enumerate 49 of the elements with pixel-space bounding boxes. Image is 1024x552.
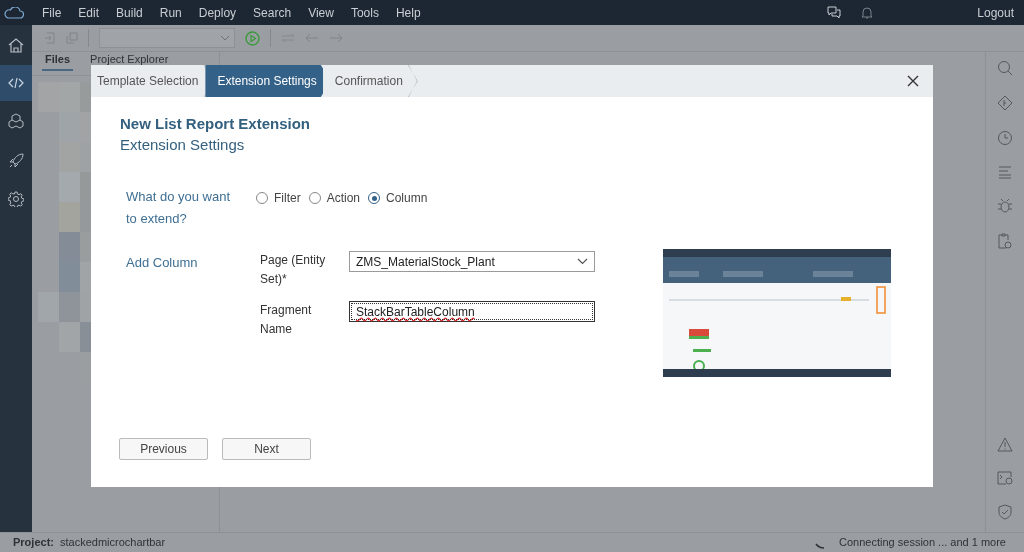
menu-item[interactable]: File [42, 3, 62, 22]
radio-option[interactable]: Filter [256, 189, 301, 207]
menu-item[interactable]: Help [395, 3, 421, 22]
arrow-left-icon[interactable] [305, 33, 319, 43]
project-name: stackedmicrochartbar [59, 535, 166, 551]
logout-link[interactable]: Logout [977, 3, 1014, 22]
section-label: Add Column [126, 254, 199, 272]
field-label: Page (Entity Set)* [260, 252, 327, 288]
wizard-button[interactable]: Next [222, 438, 311, 460]
dropdown-field[interactable] [99, 28, 235, 48]
dialog-title: New List Report Extension [120, 114, 312, 134]
chevron-down-icon[interactable] [577, 258, 588, 265]
home-icon[interactable] [8, 37, 24, 53]
status-message: Connecting session ... and 1 more [839, 535, 1006, 551]
close-icon[interactable] [907, 75, 919, 87]
code-icon[interactable] [8, 77, 24, 89]
rocket-icon[interactable] [8, 152, 24, 168]
menu-item[interactable]: Tools [350, 3, 379, 22]
bell-icon[interactable] [861, 6, 874, 19]
dropdown-field[interactable]: ZMS_MaterialStock_Plant [349, 251, 595, 272]
shield-icon[interactable] [998, 504, 1012, 520]
arrow-right-icon[interactable] [329, 33, 343, 43]
menu-item[interactable]: Edit [78, 3, 100, 22]
clock-icon[interactable] [997, 130, 1013, 146]
menu-item[interactable]: Deploy [198, 3, 237, 22]
settings-icon[interactable] [8, 191, 24, 207]
project-label: Project: [13, 535, 54, 551]
spinner-icon [815, 542, 826, 549]
menu-item[interactable]: Build [116, 3, 143, 22]
input-field[interactable]: StackBarTableColumn [349, 301, 595, 322]
menu-item[interactable]: View [308, 3, 334, 22]
radio-option[interactable]: Action [308, 189, 361, 207]
panel-tab[interactable]: Files [42, 53, 74, 71]
import-icon[interactable] [44, 32, 56, 44]
search-icon[interactable] [997, 60, 1013, 76]
lines-icon[interactable] [998, 165, 1012, 179]
field-label: Fragment Name [260, 302, 313, 338]
wizard-button[interactable]: Previous [119, 438, 208, 460]
terminal-icon[interactable] [997, 471, 1013, 485]
question-label: What do you want to extend? [126, 188, 232, 228]
chat-icon[interactable] [827, 6, 842, 19]
menu-item[interactable]: Run [159, 3, 182, 22]
menu-item[interactable]: Search [253, 3, 292, 22]
cloud-logo-icon[interactable] [4, 6, 24, 19]
radio-option[interactable]: Column [368, 189, 428, 207]
dialog-subtitle: Extension Settings [120, 135, 246, 155]
warning-icon[interactable] [997, 437, 1013, 452]
bug-icon[interactable] [997, 198, 1013, 214]
diamond-icon[interactable] [997, 95, 1013, 111]
